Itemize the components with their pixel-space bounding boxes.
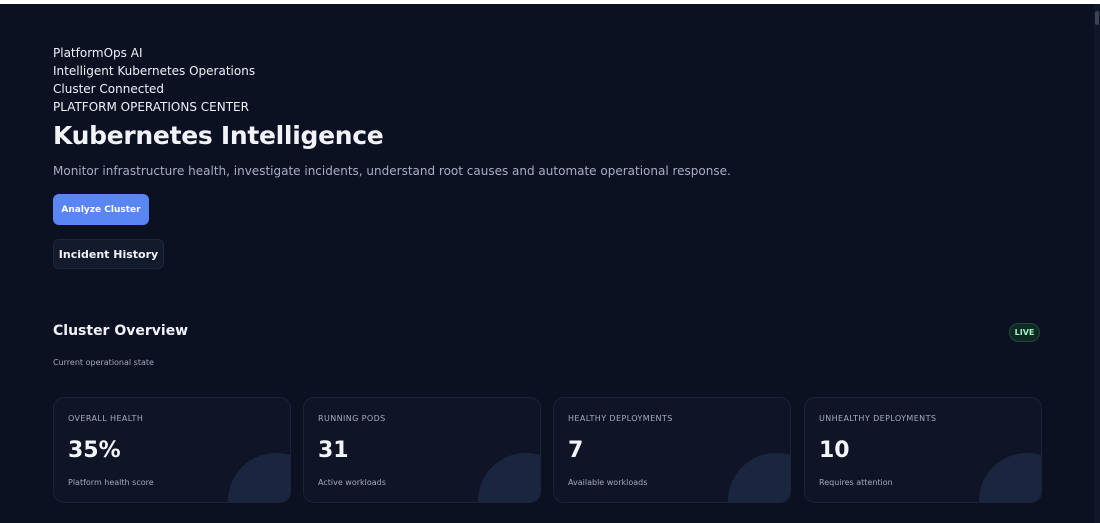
card-value: 35% xyxy=(68,438,121,463)
scrollbar-thumb[interactable] xyxy=(1095,11,1099,25)
page-subtitle: Monitor infrastructure health, investiga… xyxy=(53,164,731,178)
card-value: 10 xyxy=(819,438,850,463)
card-decoration xyxy=(228,453,290,502)
section-label: PLATFORM OPERATIONS CENTER xyxy=(53,100,249,114)
main-content: PlatformOps AI Intelligent Kubernetes Op… xyxy=(53,0,1043,523)
running-pods-card: RUNNING PODS 31 Active workloads xyxy=(303,397,541,503)
card-caption: Active workloads xyxy=(318,478,386,487)
card-caption: Available workloads xyxy=(568,478,648,487)
live-status-badge: LIVE xyxy=(1009,323,1040,342)
healthy-deployments-card: HEALTHY DEPLOYMENTS 7 Available workload… xyxy=(553,397,791,503)
scrollbar[interactable] xyxy=(1094,4,1100,523)
card-value: 7 xyxy=(568,438,584,463)
analyze-cluster-button[interactable]: Analyze Cluster xyxy=(53,194,149,225)
card-label: HEALTHY DEPLOYMENTS xyxy=(568,414,673,423)
card-decoration xyxy=(478,453,540,502)
unhealthy-deployments-card: UNHEALTHY DEPLOYMENTS 10 Requires attent… xyxy=(804,397,1042,503)
card-caption: Platform health score xyxy=(68,478,154,487)
card-label: UNHEALTHY DEPLOYMENTS xyxy=(819,414,937,423)
cluster-overview-subtitle: Current operational state xyxy=(53,358,154,367)
incident-history-button[interactable]: Incident History xyxy=(53,239,164,269)
card-value: 31 xyxy=(318,438,349,463)
card-decoration xyxy=(979,453,1041,502)
cluster-overview-title: Cluster Overview xyxy=(53,323,189,339)
brand-tagline: Intelligent Kubernetes Operations xyxy=(53,64,256,78)
card-label: OVERALL HEALTH xyxy=(68,414,144,423)
cluster-connection-status: Cluster Connected xyxy=(53,82,165,96)
card-label: RUNNING PODS xyxy=(318,414,386,423)
card-caption: Requires attention xyxy=(819,478,893,487)
card-decoration xyxy=(728,453,790,502)
brand-name: PlatformOps AI xyxy=(53,46,143,60)
overall-health-card: OVERALL HEALTH 35% Platform health score xyxy=(53,397,291,503)
page-title: Kubernetes Intelligence xyxy=(53,121,384,150)
